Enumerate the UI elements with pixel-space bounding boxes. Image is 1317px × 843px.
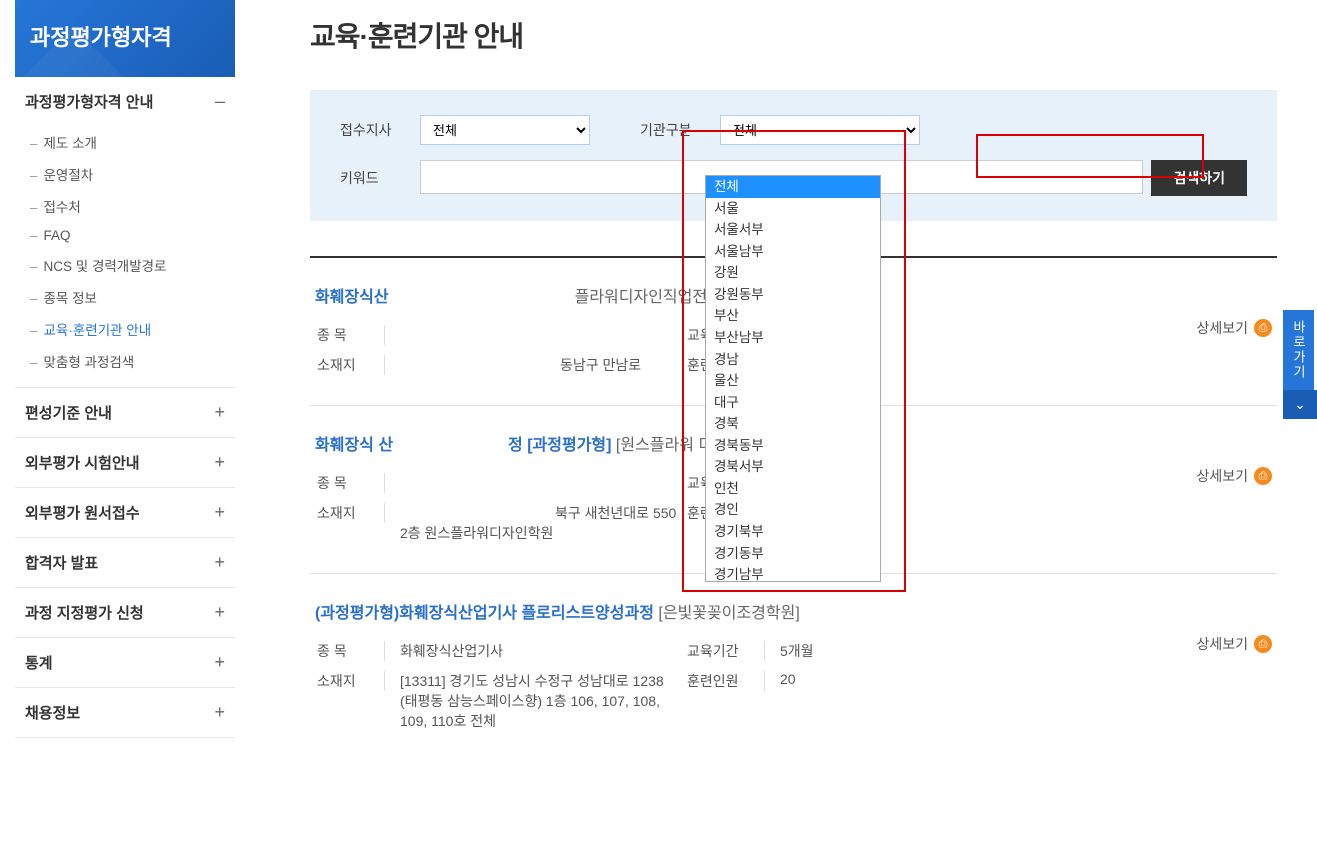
sidebar-section-label: 통계 [25, 652, 53, 673]
value-sojaeji: 동남구 만남로 [385, 355, 685, 375]
search-button[interactable]: 검색하기 [1151, 160, 1247, 196]
branch-option[interactable]: 서울남부 [706, 241, 880, 263]
sidebar-section-label: 편성기준 안내 [25, 402, 112, 423]
sidebar-section-label: 외부평가 원서접수 [25, 502, 140, 523]
label-inwon: 훈련인원 [685, 671, 765, 691]
print-icon: ⎙ [1254, 635, 1272, 653]
branch-option[interactable]: 부산남부 [706, 327, 880, 349]
expand-icon: + [214, 602, 225, 623]
sidebar-section-label: 합격자 발표 [25, 552, 98, 573]
branch-option[interactable]: 경북서부 [706, 456, 880, 478]
sidebar: 과정평가형자격 과정평가형자격 안내 – 제도 소개 운영절차 접수처 FAQ … [0, 0, 250, 801]
label-jongmok: 종 목 [315, 325, 385, 345]
branch-option[interactable]: 경기동부 [706, 543, 880, 565]
sidebar-sub-list: 제도 소개 운영절차 접수처 FAQ NCS 및 경력개발경로 종목 정보 교육… [15, 126, 235, 387]
label-jongmok: 종 목 [315, 473, 385, 493]
value-sojaeji: 북구 새천년대로 550 2층 원스플라워디자인학원 [385, 503, 685, 543]
sidebar-item-system-intro[interactable]: 제도 소개 [20, 126, 230, 158]
print-icon: ⎙ [1254, 319, 1272, 337]
collapse-icon: – [215, 91, 225, 112]
expand-icon: + [214, 702, 225, 723]
label-branch: 접수지사 [340, 120, 420, 140]
page-title: 교육·훈련기관 안내 [310, 15, 1277, 55]
sidebar-section-label: 과정 지정평가 신청 [25, 602, 144, 623]
label-gigan: 교육기간 [685, 641, 765, 661]
branch-option[interactable]: 경기남부 [706, 564, 880, 581]
expand-icon: + [214, 652, 225, 673]
select-orgtype[interactable]: 전체 [720, 115, 920, 145]
sidebar-section-label: 과정평가형자격 안내 [25, 91, 153, 112]
branch-option[interactable]: 대구 [706, 392, 880, 414]
sidebar-item-training-inst[interactable]: 교육·훈련기관 안내 [20, 313, 230, 345]
quick-link-button[interactable]: 바로가기 [1283, 310, 1314, 390]
main-content: 교육·훈련기관 안내 접수지사 전체 기관구분 전체 키워드 검색하기 [250, 0, 1317, 801]
sidebar-section-stats[interactable]: 통계 + [15, 638, 235, 687]
sidebar-section-exam[interactable]: 외부평가 시험안내 + [15, 438, 235, 487]
branch-option[interactable]: 서울 [706, 198, 880, 220]
title-inst: [은빛꽃꽂이조경학원] [654, 605, 800, 622]
title-text: 화훼장식 산 [315, 437, 393, 454]
value-sojaeji: [13311] 경기도 성남시 수정구 성남대로 1238 (태평동 삼능스페이… [385, 671, 685, 731]
label-jongmok: 종 목 [315, 641, 385, 661]
sidebar-section-jobs[interactable]: 채용정보 + [15, 688, 235, 737]
detail-link[interactable]: 상세보기 ⎙ [1196, 634, 1272, 654]
sidebar-section-request[interactable]: 과정 지정평가 신청 + [15, 588, 235, 637]
sidebar-item-reception[interactable]: 접수처 [20, 190, 230, 222]
sidebar-item-jongmok[interactable]: 종목 정보 [20, 281, 230, 313]
sidebar-section-apply[interactable]: 외부평가 원서접수 + [15, 488, 235, 537]
title-text: 화훼장식산 [315, 289, 389, 306]
expand-icon: + [214, 402, 225, 423]
title-mid: 정 [과정평가형] [508, 437, 611, 454]
sidebar-item-process[interactable]: 운영절차 [20, 158, 230, 190]
detail-link[interactable]: 상세보기 ⎙ [1196, 466, 1272, 486]
value-inwon: 20 [765, 671, 945, 687]
label-orgtype: 기관구분 [640, 120, 720, 140]
chevron-down-icon[interactable]: ⌄ [1283, 390, 1317, 419]
expand-icon: + [214, 552, 225, 573]
detail-label: 상세보기 [1196, 634, 1248, 654]
branch-option[interactable]: 강원 [706, 262, 880, 284]
result-title[interactable]: (과정평가형)화훼장식산업기사 플로리스트양성과정 [은빛꽃꽂이조경학원] [315, 599, 1272, 623]
branch-option[interactable]: 울산 [706, 370, 880, 392]
sidebar-item-ncs[interactable]: NCS 및 경력개발경로 [20, 249, 230, 281]
sidebar-section-label: 채용정보 [25, 702, 80, 723]
branch-option[interactable]: 전체 [706, 176, 880, 198]
value-gigan: 5개월 [765, 641, 945, 661]
label-keyword: 키워드 [340, 168, 420, 188]
branch-option[interactable]: 강원동부 [706, 284, 880, 306]
branch-option[interactable]: 경북동부 [706, 435, 880, 457]
quick-menu: 바로가기 ⌄ [1283, 310, 1317, 419]
detail-label: 상세보기 [1196, 466, 1248, 486]
branch-option[interactable]: 인천 [706, 478, 880, 500]
title-text: (과정평가형)화훼장식산업기사 플로리스트양성과정 [315, 605, 654, 622]
branch-dropdown-open: 전체서울서울서부서울남부강원강원동부부산부산남부경남울산대구경북경북동부경북서부… [705, 175, 881, 582]
branch-option[interactable]: 경기북부 [706, 521, 880, 543]
label-sojaeji: 소재지 [315, 503, 385, 523]
sidebar-section-intro[interactable]: 과정평가형자격 안내 – [15, 77, 235, 126]
expand-icon: + [214, 452, 225, 473]
detail-label: 상세보기 [1196, 318, 1248, 338]
sidebar-section-label: 외부평가 시험안내 [25, 452, 140, 473]
expand-icon: + [214, 502, 225, 523]
detail-link[interactable]: 상세보기 ⎙ [1196, 318, 1272, 338]
branch-option[interactable]: 경북 [706, 413, 880, 435]
branch-option[interactable]: 부산 [706, 305, 880, 327]
sidebar-section-criteria[interactable]: 편성기준 안내 + [15, 388, 235, 437]
result-item: (과정평가형)화훼장식산업기사 플로리스트양성과정 [은빛꽃꽂이조경학원] 종 … [310, 574, 1277, 761]
label-sojaeji: 소재지 [315, 671, 385, 691]
branch-option[interactable]: 경남 [706, 349, 880, 371]
branch-option[interactable]: 서울서부 [706, 219, 880, 241]
branch-option-list[interactable]: 전체서울서울서부서울남부강원강원동부부산부산남부경남울산대구경북경북동부경북서부… [706, 176, 880, 581]
print-icon: ⎙ [1254, 467, 1272, 485]
sidebar-item-faq[interactable]: FAQ [20, 222, 230, 249]
label-sojaeji: 소재지 [315, 355, 385, 375]
sidebar-title: 과정평가형자격 [15, 0, 235, 77]
sidebar-item-custom-search[interactable]: 맞춤형 과정검색 [20, 345, 230, 377]
select-branch[interactable]: 전체 [420, 115, 590, 145]
branch-option[interactable]: 경인 [706, 499, 880, 521]
sidebar-section-pass[interactable]: 합격자 발표 + [15, 538, 235, 587]
value-jongmok: 화훼장식산업기사 [385, 641, 685, 661]
